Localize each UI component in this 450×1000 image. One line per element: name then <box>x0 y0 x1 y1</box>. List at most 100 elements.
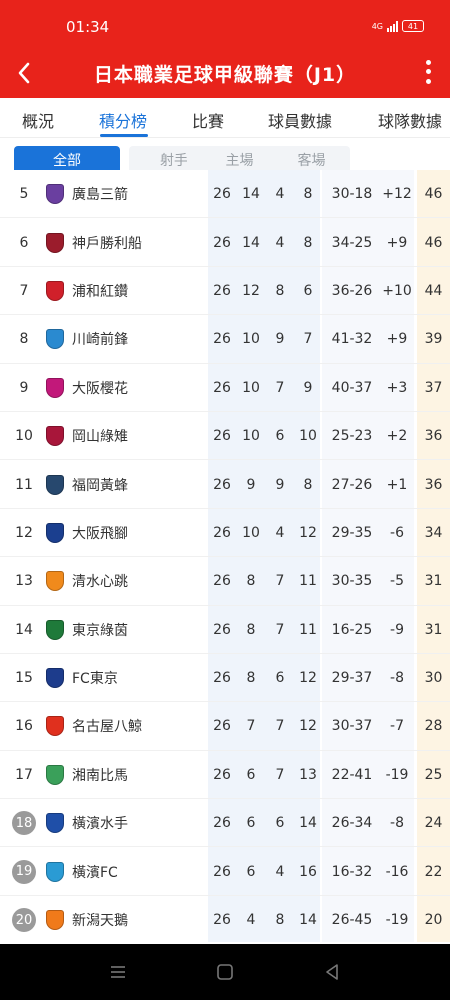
tab-team-stats[interactable]: 球隊數據 <box>378 108 442 132</box>
team-crest-icon <box>46 232 64 253</box>
team-logo-cell <box>44 751 66 799</box>
rank-cell: 18 <box>8 799 40 847</box>
standings-table: 5 廣島三箭 26 14 4 8 30-18 +12 46 6 神戶勝利船 26 14 4 8 34-25 +9… <box>0 170 450 942</box>
table-row[interactable]: 18 橫濱水手 26 6 6 14 26-34 -8 24 <box>0 799 450 848</box>
table-row[interactable]: 17 湘南比馬 26 6 7 13 22-41 -19 25 <box>0 751 450 800</box>
table-row[interactable]: 5 廣島三箭 26 14 4 8 30-18 +12 46 <box>0 170 450 219</box>
more-menu-button[interactable] <box>420 58 436 86</box>
team-crest-icon <box>46 280 64 301</box>
drawn-cell: 4 <box>275 186 285 203</box>
goals-cell: 26-34 <box>331 815 373 832</box>
team-crest-icon <box>46 474 64 495</box>
table-row[interactable]: 20 新潟天鵝 26 4 8 14 26-45 -19 20 <box>0 896 450 942</box>
tab-matches[interactable]: 比賽 <box>192 108 224 132</box>
rank-cell: 19 <box>8 847 40 895</box>
tab-overview[interactable]: 概況 <box>22 108 54 132</box>
team-crest-icon <box>46 910 64 931</box>
lost-cell: 8 <box>303 234 313 251</box>
rank-value: 14 <box>15 621 33 638</box>
team-crest-icon <box>46 329 64 350</box>
back-triangle-icon <box>326 964 338 980</box>
rank-cell: 15 <box>8 654 40 702</box>
drawn-cell: 7 <box>275 379 285 396</box>
active-tab-indicator <box>100 134 148 137</box>
table-row[interactable]: 10 岡山綠雉 26 10 6 10 25-23 +2 36 <box>0 412 450 461</box>
chevron-left-icon <box>18 62 30 84</box>
rank-cell: 8 <box>8 315 40 363</box>
drawn-cell: 9 <box>275 331 285 348</box>
won-cell: 12 <box>242 282 260 299</box>
table-row[interactable]: 11 福岡黃蜂 26 9 9 8 27-26 +1 36 <box>0 460 450 509</box>
signal-icon <box>387 20 398 32</box>
team-name: 橫濱FC <box>72 864 118 881</box>
goals-cell: 34-25 <box>331 234 373 251</box>
table-row[interactable]: 9 大阪櫻花 26 10 7 9 40-37 +3 37 <box>0 364 450 412</box>
table-row[interactable]: 16 名古屋八鯨 26 7 7 12 30-37 -7 28 <box>0 702 450 751</box>
table-row[interactable]: 13 清水心跳 26 8 7 11 30-35 -5 31 <box>0 557 450 606</box>
back-button[interactable] <box>10 58 38 88</box>
status-bar: 01:34 4G 41 <box>0 0 450 52</box>
team-logo-cell <box>44 364 66 412</box>
team-crest-icon <box>46 184 64 205</box>
goal-diff-cell: +10 <box>382 282 412 299</box>
standings-rows: 5 廣島三箭 26 14 4 8 30-18 +12 46 6 神戶勝利船 26 14 4 8 34-25 +9… <box>0 170 450 942</box>
won-cell: 6 <box>246 766 256 783</box>
drawn-cell: 6 <box>275 428 285 445</box>
goal-diff-cell: -7 <box>390 718 404 735</box>
lost-cell: 11 <box>299 573 317 590</box>
drawn-cell: 9 <box>275 476 285 493</box>
lost-cell: 8 <box>303 186 313 203</box>
status-icons: 4G 41 <box>372 20 424 32</box>
team-name: 大阪櫻花 <box>72 380 128 397</box>
rank-value: 12 <box>15 524 33 541</box>
goal-diff-cell: +1 <box>386 476 408 493</box>
table-row[interactable]: 19 橫濱FC 26 6 4 16 16-32 -16 22 <box>0 847 450 896</box>
rank-value: 18 <box>12 811 36 836</box>
table-row[interactable]: 12 大阪飛腳 26 10 4 12 29-35 -6 34 <box>0 509 450 558</box>
team-logo-cell <box>44 509 66 557</box>
team-name: 東京綠茵 <box>72 622 128 639</box>
played-cell: 26 <box>213 186 231 203</box>
team-name: 新潟天鵝 <box>72 913 128 930</box>
goals-cell: 25-23 <box>331 428 373 445</box>
won-cell: 6 <box>246 863 256 880</box>
rank-value: 20 <box>12 908 36 933</box>
nav-back-button[interactable] <box>320 960 344 984</box>
team-logo-cell <box>44 847 66 895</box>
won-cell: 14 <box>242 186 260 203</box>
played-cell: 26 <box>213 863 231 880</box>
points-cell: 44 <box>424 282 443 299</box>
won-cell: 8 <box>246 621 256 638</box>
team-crest-icon <box>46 764 64 785</box>
points-cell: 46 <box>424 186 443 203</box>
more-vertical-icon <box>425 60 431 66</box>
points-cell: 25 <box>424 766 443 783</box>
tab-player-stats[interactable]: 球員數據 <box>268 108 332 132</box>
nav-menu-button[interactable] <box>106 960 130 984</box>
tab-standings[interactable]: 積分榜 <box>99 108 147 132</box>
table-row[interactable]: 14 東京綠茵 26 8 7 11 16-25 -9 31 <box>0 606 450 654</box>
points-cell: 39 <box>424 331 443 348</box>
team-logo-cell <box>44 218 66 266</box>
drawn-cell: 7 <box>275 573 285 590</box>
goal-diff-cell: -9 <box>390 621 404 638</box>
table-row[interactable]: 6 神戶勝利船 26 14 4 8 34-25 +9 46 <box>0 218 450 267</box>
goals-cell: 29-37 <box>331 670 373 687</box>
nav-home-button[interactable] <box>213 960 237 984</box>
goal-diff-cell: +9 <box>386 234 408 251</box>
table-row[interactable]: 8 川崎前鋒 26 10 9 7 41-32 +9 39 <box>0 315 450 364</box>
rank-cell: 10 <box>8 412 40 460</box>
lost-cell: 11 <box>299 621 317 638</box>
points-cell: 31 <box>424 573 443 590</box>
page-title: 日本職業足球甲級聯賽（J1） <box>93 64 357 86</box>
team-name: 名古屋八鯨 <box>72 719 142 736</box>
won-cell: 7 <box>246 718 256 735</box>
drawn-cell: 4 <box>275 234 285 251</box>
drawn-cell: 8 <box>275 282 285 299</box>
menu-icon <box>111 966 125 978</box>
table-row[interactable]: 7 浦和紅鑽 26 12 8 6 36-26 +10 44 <box>0 267 450 316</box>
goal-diff-cell: -5 <box>390 573 404 590</box>
team-logo-cell <box>44 267 66 315</box>
won-cell: 8 <box>246 670 256 687</box>
table-row[interactable]: 15 FC東京 26 8 6 12 29-37 -8 30 <box>0 654 450 703</box>
